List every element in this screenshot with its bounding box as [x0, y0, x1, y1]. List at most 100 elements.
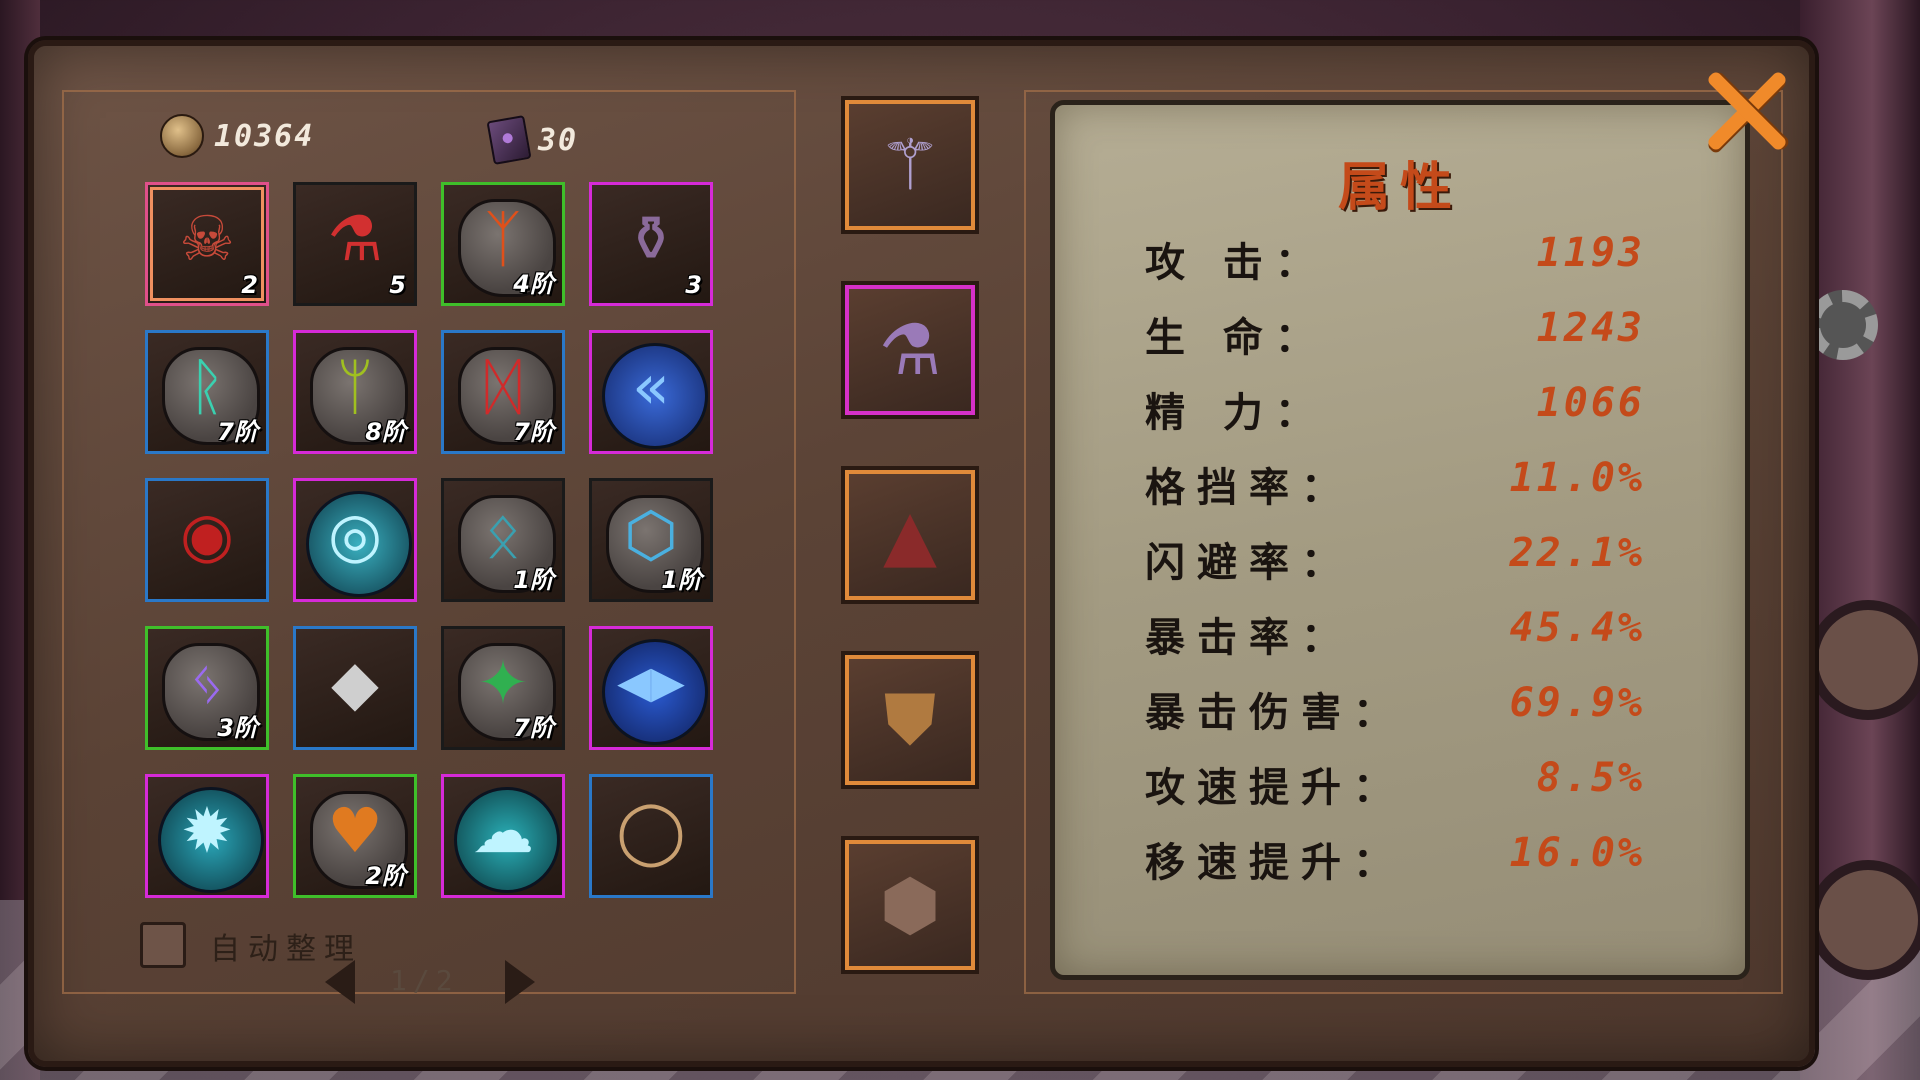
cat-rune-icon: ᛟ [484, 498, 522, 572]
shield-rune-item[interactable]: ⬡ 1阶 [589, 478, 713, 602]
mask-banner-icon: ☠ [179, 202, 235, 276]
attribute-value: 8.5% [1536, 755, 1645, 801]
attribute-label: 攻速提升： [1145, 765, 1405, 811]
page-indicator: 1/2 [390, 964, 459, 997]
crystal-shard-icon: ◆ [331, 646, 379, 720]
gem-counter: 30 [486, 115, 579, 165]
settings-gear-icon[interactable] [1808, 290, 1878, 360]
flame-rune-icon: ᛞ [484, 350, 522, 424]
ring-icon: ◯ [616, 794, 686, 868]
arrow-orb-icon: ◀▶ [617, 657, 685, 709]
attribute-value: 22.1% [1509, 530, 1645, 576]
auto-sort-checkbox[interactable] [140, 922, 186, 968]
attribute-row: 生 命： 1243 [1145, 305, 1645, 365]
attribute-row: 暴击率： 45.4% [1145, 605, 1645, 665]
spellbook-icon [486, 115, 532, 165]
attribute-row: 格挡率： 11.0% [1145, 455, 1645, 515]
red-potion-item[interactable]: ⚗ 5 [293, 182, 417, 306]
blue-arrow-orb-item[interactable]: ◀▶ [589, 626, 713, 750]
boots-icon: ⬢ [879, 864, 941, 946]
chevron-orb-icon: « [632, 350, 670, 424]
crystal-shard-item[interactable]: ◆ [293, 626, 417, 750]
item-count-badge: 3阶 [217, 714, 258, 742]
attribute-row: 闪避率： 22.1% [1145, 530, 1645, 590]
heart-rune-item[interactable]: ♥ 2阶 [293, 774, 417, 898]
tree-rune-icon: ᛘ [336, 350, 374, 424]
fang-rune-item[interactable]: ᛉ 4阶 [441, 182, 565, 306]
item-count-badge: 7阶 [513, 418, 554, 446]
item-count-badge: 1阶 [513, 566, 554, 594]
flame-rune-item[interactable]: ᛞ 7阶 [441, 330, 565, 454]
item-count-badge: 1阶 [661, 566, 702, 594]
item-count-badge: 2阶 [365, 862, 406, 890]
attribute-row: 精 力： 1066 [1145, 380, 1645, 440]
purple-jar-item[interactable]: ⚱ 3 [589, 182, 713, 306]
teal-sword-rune-icon: ᚱ [188, 350, 226, 424]
close-button[interactable] [1700, 66, 1790, 156]
red-potion-icon: ⚗ [327, 202, 383, 276]
attribute-value: 11.0% [1509, 455, 1645, 501]
item-count-badge: 4阶 [513, 270, 554, 298]
armor-slot[interactable]: ⛊ [845, 655, 975, 785]
attribute-row: 攻 击： 1193 [1145, 230, 1645, 290]
attribute-value: 1193 [1536, 230, 1645, 276]
weapon-slot[interactable]: ⚚ [845, 100, 975, 230]
boots-slot[interactable]: ⬢ [845, 840, 975, 970]
bird-rune-item[interactable]: ᛃ 3阶 [145, 626, 269, 750]
cloud-orb-item[interactable]: ☁ [441, 774, 565, 898]
teal-sword-rune-item[interactable]: ᚱ 7阶 [145, 330, 269, 454]
item-count-badge: 2 [241, 271, 258, 299]
green-blade-rune-item[interactable]: ✦ 7阶 [441, 626, 565, 750]
attribute-value: 45.4% [1509, 605, 1645, 651]
purple-jar-icon: ⚱ [625, 202, 677, 276]
gem-amount: 30 [538, 122, 579, 158]
prev-page-button[interactable] [325, 960, 355, 1004]
flask-icon: ⚗ [878, 309, 942, 391]
shield-rune-icon: ⬡ [623, 498, 679, 572]
dark-eye-icon: ◉ [179, 498, 235, 572]
blue-chevron-orb-item[interactable]: « [589, 330, 713, 454]
dark-eye-item[interactable]: ◉ [145, 478, 269, 602]
fang-rune-icon: ᛉ [484, 202, 522, 276]
attribute-row: 暴击伤害： 69.9% [1145, 680, 1645, 740]
gold-counter: 10364 [160, 114, 314, 158]
attribute-value: 69.9% [1509, 680, 1645, 726]
banner-mask-item[interactable]: ☠ 2 [145, 182, 269, 306]
item-count-badge: 3 [685, 271, 702, 299]
sun-orb-item[interactable]: ✹ [145, 774, 269, 898]
helmet-slot[interactable]: ▲ [845, 470, 975, 600]
attribute-label: 暴击率： [1145, 615, 1353, 661]
attribute-label: 移速提升： [1145, 840, 1405, 886]
attribute-label: 格挡率： [1145, 465, 1353, 511]
item-count-badge: 8阶 [365, 418, 406, 446]
item-count-badge: 5 [389, 271, 406, 299]
attribute-value: 1066 [1536, 380, 1645, 426]
blade-rune-icon: ✦ [477, 646, 529, 720]
next-page-button[interactable] [505, 960, 535, 1004]
attribute-label: 暴击伤害： [1145, 690, 1405, 736]
eye-orb-icon: ◎ [327, 498, 383, 572]
attribute-row: 攻速提升： 8.5% [1145, 755, 1645, 815]
attributes-scroll: 属性 攻 击： 1193 生 命： 1243 精 力： 1066 格挡率： 11.0% 闪避率：… [1050, 100, 1750, 980]
hood-icon: ▲ [883, 494, 937, 576]
attribute-value: 16.0% [1509, 830, 1645, 876]
staff-icon: ⚚ [878, 124, 942, 206]
gold-amount: 10364 [214, 118, 315, 154]
coin-icon [160, 114, 204, 158]
accessory-slot[interactable]: ⚗ [845, 285, 975, 415]
attribute-value: 1243 [1536, 305, 1645, 351]
bird-rune-icon: ᛃ [188, 646, 226, 720]
attribute-label: 生 命： [1145, 315, 1327, 361]
flame-ring-item[interactable]: ◯ [589, 774, 713, 898]
attributes-title: 属性 [1337, 158, 1462, 218]
tree-rune-item[interactable]: ᛘ 8阶 [293, 330, 417, 454]
attribute-label: 精 力： [1145, 390, 1327, 436]
attribute-label: 闪避率： [1145, 540, 1353, 586]
attribute-label: 攻 击： [1145, 240, 1327, 286]
cyan-eye-orb-item[interactable]: ◎ [293, 478, 417, 602]
cat-rune-item[interactable]: ᛟ 1阶 [441, 478, 565, 602]
item-count-badge: 7阶 [513, 714, 554, 742]
attribute-row: 移速提升： 16.0% [1145, 830, 1645, 890]
background-wheel [1808, 600, 1920, 720]
armor-icon: ⛊ [883, 678, 937, 761]
